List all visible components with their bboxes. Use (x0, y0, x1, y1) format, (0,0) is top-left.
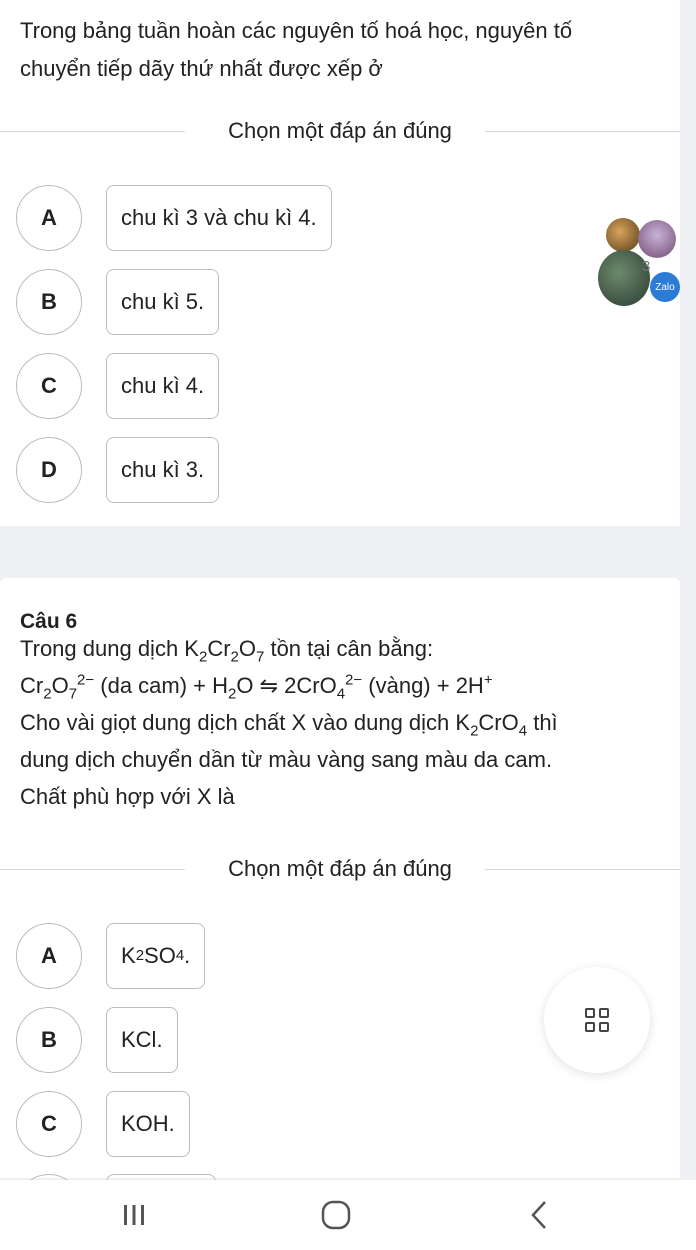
avatar (606, 218, 640, 252)
question-text: Trong bảng tuần hoàn các nguyên tố hoá h… (20, 12, 660, 88)
equation-line: Cr2O72− (da cam) + H2O ⇋ 2CrO42− (vàng) … (20, 671, 493, 703)
home-button[interactable] (286, 1180, 386, 1250)
grid-icon (585, 1008, 609, 1032)
zalo-logo-icon: Zalo (650, 272, 680, 302)
question-line: Trong dung dịch K2Cr2O7 tồn tại cân bằng… (20, 636, 434, 666)
question-line: Chất phù hợp với X là (20, 784, 235, 809)
option-letter[interactable]: D (16, 437, 82, 503)
option-text[interactable]: chu kì 3. (106, 437, 220, 503)
menu-button[interactable] (544, 967, 650, 1073)
back-button[interactable] (490, 1180, 590, 1250)
back-icon (531, 1201, 546, 1229)
question-line: Trong bảng tuần hoàn các nguyên tố hoá h… (20, 18, 573, 43)
unread-count: 3 (642, 258, 651, 275)
answer-prompt-divider: Chọn một đáp án đúng (0, 116, 680, 146)
system-navigation-bar (0, 1180, 696, 1250)
option-letter[interactable]: B (16, 1007, 82, 1073)
answer-prompt: Chọn một đáp án đúng (228, 856, 452, 881)
option-text[interactable]: chu kì 5. (106, 269, 220, 335)
question-line: dung dịch chuyển dần từ màu vàng sang mà… (20, 747, 553, 772)
recents-icon (124, 1205, 144, 1225)
option-letter[interactable]: A (16, 923, 82, 989)
question-line: Cho vài giọt dung dịch chất X vào dung d… (20, 710, 558, 740)
home-icon (321, 1200, 351, 1230)
option-text[interactable]: chu kì 4. (106, 353, 220, 419)
recents-button[interactable] (84, 1180, 184, 1250)
option-text[interactable]: KCl. (106, 1007, 178, 1073)
answer-prompt: Chọn một đáp án đúng (228, 118, 452, 143)
option-letter[interactable]: C (16, 1091, 82, 1157)
question-line: chuyển tiếp dãy thứ nhất được xếp ở (20, 56, 383, 81)
zalo-chat-bubble[interactable]: 3 Zalo (598, 214, 680, 310)
avatar (638, 220, 676, 258)
answer-prompt-divider: Chọn một đáp án đúng (0, 854, 680, 884)
question-card-2: Câu 6 Trong dung dịch K2Cr2O7 tồn tại câ… (0, 578, 680, 1178)
option-letter[interactable]: A (16, 185, 82, 251)
question-text: Trong dung dịch K2Cr2O7 tồn tại cân bằng… (20, 630, 660, 815)
option-letter[interactable]: C (16, 353, 82, 419)
question-card-1: Trong bảng tuần hoàn các nguyên tố hoá h… (0, 0, 680, 526)
option-text[interactable]: KOH. (106, 1091, 190, 1157)
option-letter[interactable]: B (16, 269, 82, 335)
option-text[interactable]: K 2 SO 4. (106, 923, 206, 989)
option-text[interactable]: chu kì 3 và chu kì 4. (106, 185, 332, 251)
